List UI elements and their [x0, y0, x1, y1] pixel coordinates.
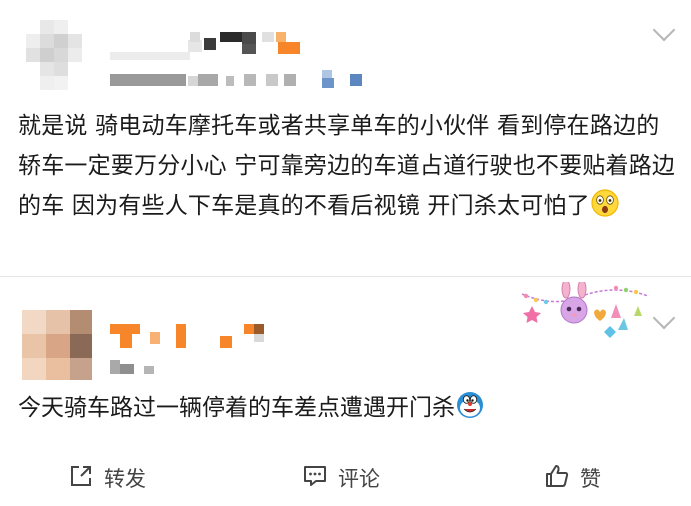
repost-label: 转发: [104, 467, 146, 491]
post-text: 就是说 骑电动车摩托车或者共享单车的小伙伴 看到停在路边的轿车一定要万分小心 宁…: [18, 106, 678, 226]
comment-text-content: 今天骑车路过一辆停着的车差点遭遇开门杀: [18, 395, 455, 421]
action-bar: 转发 评论 赞: [0, 450, 691, 506]
comment-text: 今天骑车路过一辆停着的车差点遭遇开门杀: [18, 390, 638, 425]
thumbs-up-icon: [544, 463, 570, 493]
divider: [0, 276, 691, 277]
post-more-chevron-icon[interactable]: [652, 18, 676, 42]
like-label: 赞: [580, 467, 601, 491]
post-text-content: 就是说 骑电动车摩托车或者共享单车的小伙伴 看到停在路边的轿车一定要万分小心 宁…: [18, 113, 676, 219]
comment-meta: [110, 356, 170, 376]
avatar[interactable]: [18, 20, 96, 98]
comment-button[interactable]: 评论: [302, 450, 380, 506]
commenter-name[interactable]: [110, 322, 290, 352]
commenter-avatar[interactable]: [18, 310, 96, 382]
comment-label: 评论: [338, 467, 380, 491]
like-button[interactable]: 赞: [544, 450, 601, 506]
repost-button[interactable]: 转发: [68, 450, 146, 506]
username[interactable]: [110, 30, 310, 60]
stellalou-bunting-decoration: [520, 279, 650, 342]
repost-icon: [68, 463, 94, 493]
comment-icon: [302, 463, 328, 493]
astonished-emoji-icon: [590, 189, 620, 219]
doraemon-emoji-icon: [455, 392, 485, 421]
comment-more-chevron-icon[interactable]: [652, 306, 676, 330]
post-meta: [110, 70, 370, 90]
